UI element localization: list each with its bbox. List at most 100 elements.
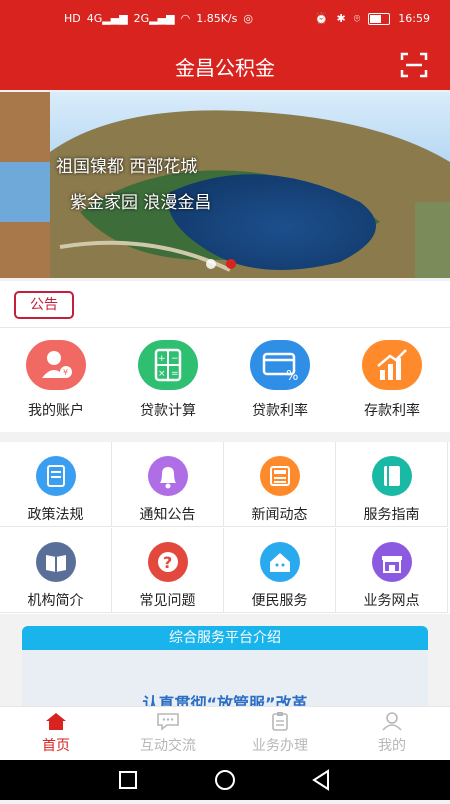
- quick-action-label: 存款利率: [364, 403, 420, 419]
- signal-1-label: 4G: [86, 12, 103, 25]
- loan-rate-icon-glyph: %: [262, 352, 298, 384]
- quick-action-deposit-rate[interactable]: 存款利率: [336, 340, 448, 420]
- service-org-intro[interactable]: 机构简介: [0, 528, 112, 613]
- service-label: 政策法规: [27, 507, 84, 523]
- house-icon-glyph: [269, 553, 290, 572]
- question-icon-glyph: ?: [157, 552, 178, 572]
- battery-level: [370, 15, 382, 23]
- policy-icon-glyph: [46, 465, 65, 487]
- platform-intro-header: 综合服务平台介绍: [22, 626, 428, 650]
- service-convenience[interactable]: 便民服务: [224, 528, 336, 613]
- service-branches[interactable]: 业务网点: [336, 528, 448, 613]
- back-icon[interactable]: [312, 769, 329, 791]
- carousel-dots: [206, 259, 236, 269]
- scan-icon[interactable]: [400, 52, 428, 78]
- loan-rate-icon: %: [250, 340, 310, 390]
- signal-2-icon: 2G▂▄▆: [133, 12, 175, 25]
- tab-label: 业务办理: [252, 738, 308, 754]
- guide-icon-glyph: [383, 466, 400, 486]
- bell-icon-glyph: [159, 467, 176, 489]
- service-label: 业务网点: [363, 593, 420, 609]
- bottom-tab-bar: 首页 互动交流 业务办理 我的: [0, 706, 450, 761]
- service-label: 常见问题: [139, 593, 196, 609]
- system-nav-icons: [119, 769, 329, 791]
- guide-icon: [371, 456, 412, 496]
- store-icon: [371, 542, 412, 582]
- clipboard-icon: [272, 712, 288, 731]
- news-icon-glyph: [269, 466, 290, 486]
- carousel-dot[interactable]: [206, 259, 216, 269]
- platform-intro-card[interactable]: 综合服务平台介绍 认真贯彻“放管服”改革: [22, 626, 428, 712]
- service-label: 便民服务: [251, 593, 308, 609]
- status-right: ⏰ ✱ ⌾ 16:59: [315, 12, 430, 26]
- service-guide[interactable]: 服务指南: [336, 442, 448, 527]
- system-nav-bar: [0, 760, 450, 800]
- battery-icon: [368, 13, 391, 25]
- svg-text:×: ×: [158, 369, 166, 379]
- home-nav-icon[interactable]: [215, 770, 235, 790]
- hd-indicator: HD: [64, 12, 81, 25]
- service-label: 新闻动态: [251, 507, 308, 523]
- book-icon-glyph: [45, 555, 66, 572]
- svg-text:¥: ¥: [63, 368, 68, 377]
- notice-bar[interactable]: 公告: [0, 281, 450, 328]
- banner-text-line-2: 紫金家园 浪漫金昌: [70, 193, 212, 213]
- quick-action-label: 贷款利率: [252, 403, 308, 419]
- alarm-icon: ⏰: [314, 12, 329, 25]
- quick-action-my-account[interactable]: ¥ 我的账户: [0, 340, 112, 420]
- calculator-icon: + − × =: [138, 340, 198, 390]
- store-icon-glyph: [381, 556, 402, 573]
- status-left: HD 4G▂▄▆ 2G▂▄▆ ◠ 1.85K/s ◎: [64, 12, 253, 26]
- service-grid: 政策法规 通知公告 新闻动态 服务指南 机构简介 ? 常见问题 便民服务 业务网…: [0, 442, 450, 614]
- home-icon: [46, 713, 66, 730]
- news-icon: [259, 456, 300, 496]
- tab-interaction[interactable]: 互动交流: [112, 711, 224, 755]
- svg-text:%: %: [286, 369, 298, 384]
- app-notification-icon: ◎: [243, 12, 253, 25]
- quick-action-loan-rate[interactable]: % 贷款利率: [224, 340, 336, 420]
- service-label: 通知公告: [139, 507, 196, 523]
- chat-icon: [157, 713, 179, 731]
- svg-text:−: −: [171, 354, 179, 364]
- service-faq[interactable]: ? 常见问题: [112, 528, 224, 613]
- service-label: 机构简介: [27, 593, 84, 609]
- status-bar: HD 4G▂▄▆ 2G▂▄▆ ◠ 1.85K/s ◎ ⏰ ✱ ⌾ 16:59: [0, 0, 450, 40]
- svg-text:?: ?: [163, 553, 172, 572]
- service-notice[interactable]: 通知公告: [112, 442, 224, 527]
- carousel-dot[interactable]: [226, 259, 236, 269]
- house-icon: [259, 542, 300, 582]
- book-icon: [35, 542, 76, 582]
- tab-home[interactable]: 首页: [0, 711, 112, 755]
- tab-mine[interactable]: 我的: [336, 711, 448, 755]
- signal-2-label: 2G: [133, 12, 150, 25]
- tab-business[interactable]: 业务办理: [224, 711, 336, 755]
- svg-text:+: +: [158, 354, 166, 364]
- tab-label: 首页: [42, 738, 70, 754]
- tab-label: 我的: [378, 738, 406, 754]
- svg-text:=: =: [171, 369, 179, 379]
- banner-carousel[interactable]: 祖国镍都 西部花城 紫金家园 浪漫金昌: [0, 92, 450, 278]
- service-policy[interactable]: 政策法规: [0, 442, 112, 527]
- user-icon: [382, 712, 402, 731]
- service-news[interactable]: 新闻动态: [224, 442, 336, 527]
- quick-action-label: 我的账户: [28, 403, 84, 419]
- signal-1-icon: 4G▂▄▆: [86, 12, 128, 25]
- location-icon: ⌾: [353, 12, 361, 25]
- page-title: 金昌公积金: [175, 56, 275, 80]
- tab-label: 互动交流: [140, 738, 196, 754]
- quick-action-label: 贷款计算: [140, 403, 196, 419]
- deposit-rate-icon-glyph: [377, 349, 407, 380]
- app-header: 金昌公积金: [0, 40, 450, 90]
- service-label: 服务指南: [363, 507, 420, 523]
- banner-image: [0, 92, 450, 278]
- quick-actions: ¥ 我的账户 + − × = 贷款计算 % 贷款利率 存款利率: [0, 328, 450, 432]
- bluetooth-icon: ✱: [336, 12, 346, 25]
- question-icon: ?: [147, 542, 188, 582]
- notice-tag: 公告: [14, 291, 74, 319]
- clock: 16:59: [398, 12, 430, 25]
- account-icon-glyph: ¥: [42, 351, 72, 378]
- quick-action-loan-calc[interactable]: + − × = 贷款计算: [112, 340, 224, 420]
- banner-text-line-1: 祖国镍都 西部花城: [56, 157, 198, 177]
- bell-icon: [147, 456, 188, 496]
- recents-icon[interactable]: [119, 771, 137, 789]
